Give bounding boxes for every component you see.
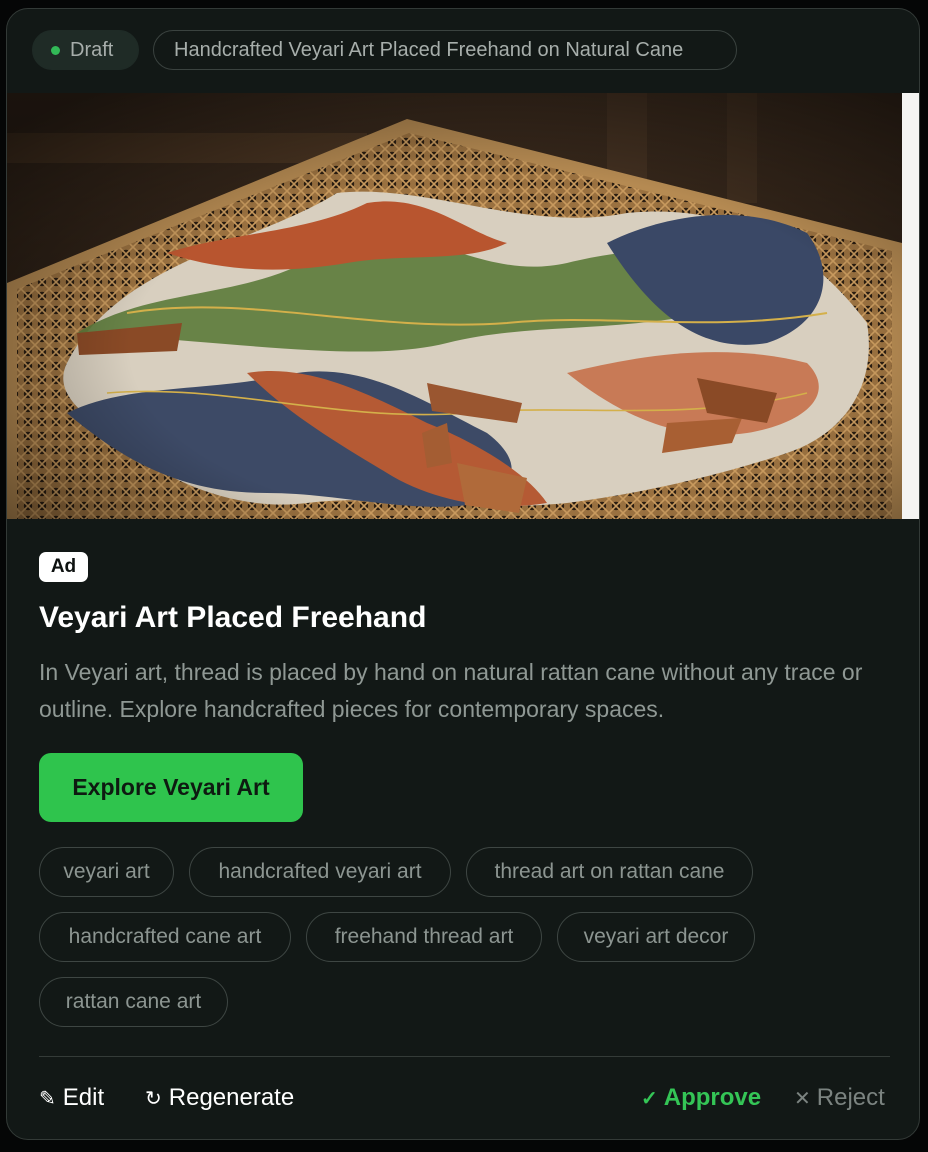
card-header: Draft Handcrafted Veyari Art Placed Free…: [7, 9, 919, 93]
ad-draft-card: Draft Handcrafted Veyari Art Placed Free…: [6, 8, 920, 1140]
ad-title-label: Handcrafted Veyari Art Placed Freehand o…: [174, 38, 684, 61]
ad-headline: Veyari Art Placed Freehand: [39, 601, 427, 634]
refresh-icon: ↻: [145, 1087, 162, 1110]
keyword-chip: veyari art: [39, 847, 174, 897]
keyword-chip: handcrafted veyari art: [189, 847, 451, 897]
footer-divider: [39, 1056, 890, 1057]
approve-button[interactable]: ✓ Approve: [641, 1079, 761, 1117]
status-label: Draft: [70, 38, 114, 61]
keyword-chip: freehand thread art: [306, 912, 542, 962]
veyari-art-photo: [7, 93, 902, 519]
cta-button[interactable]: Explore Veyari Art: [39, 753, 303, 822]
edit-button[interactable]: ✎ Edit: [39, 1079, 104, 1117]
regenerate-button[interactable]: ↻ Regenerate: [145, 1079, 294, 1117]
regenerate-label: Regenerate: [168, 1084, 295, 1111]
status-dot-icon: [51, 45, 60, 55]
ad-hero-image: [7, 93, 902, 519]
keyword-chip: rattan cane art: [39, 977, 228, 1027]
pencil-icon: ✎: [39, 1087, 56, 1110]
image-edge-strip: [902, 93, 919, 519]
approve-label: Approve: [663, 1084, 762, 1111]
status-badge: Draft: [32, 30, 139, 70]
ad-badge: Ad: [39, 552, 88, 582]
keyword-chip: veyari art decor: [557, 912, 755, 962]
keyword-chip: handcrafted cane art: [39, 912, 291, 962]
keyword-chip: thread art on rattan cane: [466, 847, 753, 897]
close-icon: ✕: [794, 1087, 811, 1110]
ad-title-pill: Handcrafted Veyari Art Placed Freehand o…: [153, 30, 737, 70]
check-icon: ✓: [641, 1087, 658, 1110]
reject-button[interactable]: ✕ Reject: [794, 1079, 885, 1117]
reject-label: Reject: [816, 1084, 885, 1111]
ad-description: In Veyari art, thread is placed by hand …: [39, 659, 863, 722]
edit-label: Edit: [62, 1084, 105, 1111]
